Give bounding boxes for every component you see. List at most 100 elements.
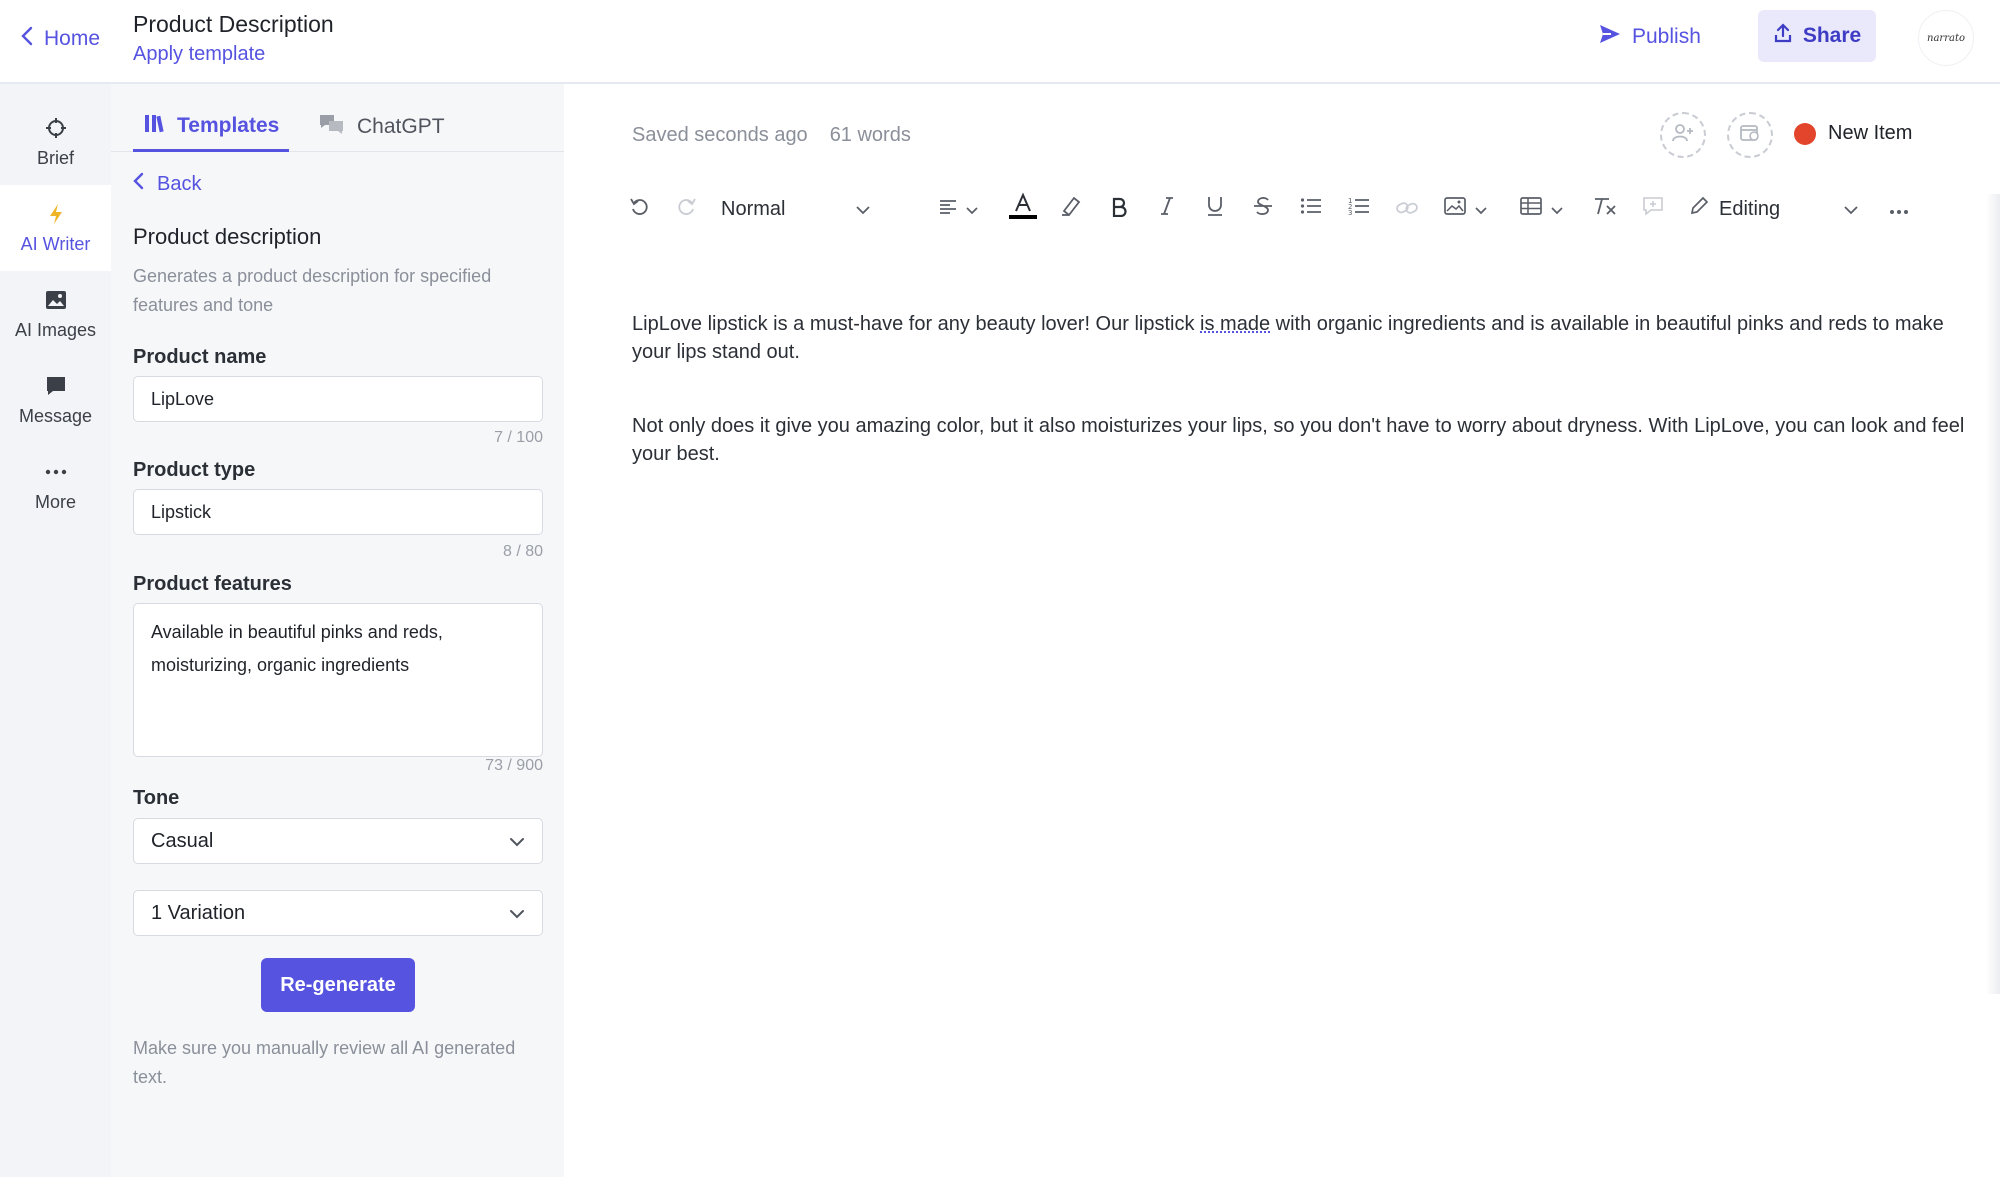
editor-area: Saved seconds ago 61 words New Item Norm… [564, 84, 2000, 1177]
more-dots-icon [44, 460, 68, 484]
product-type-label: Product type [133, 459, 256, 481]
undo-icon [629, 196, 649, 222]
rail-item-label: Message [18, 405, 93, 426]
product-type-input[interactable]: Lipstick [133, 489, 543, 535]
insert-image-button[interactable] [1437, 184, 1495, 234]
upload-icon [1773, 22, 1793, 50]
chat-icon [319, 113, 345, 141]
underline-icon [1206, 195, 1224, 223]
clear-format-icon [1593, 196, 1617, 222]
link-button[interactable] [1389, 184, 1425, 234]
rail-item-ai-writer[interactable]: AI Writer [0, 185, 111, 271]
clear-formatting-button[interactable] [1587, 184, 1623, 234]
more-options-button[interactable] [1881, 184, 1917, 234]
crosshair-icon [44, 116, 68, 140]
bullet-list-button[interactable] [1293, 184, 1329, 234]
numbered-list-icon: 123 [1348, 196, 1370, 222]
rail-item-label: Brief [36, 147, 74, 168]
editing-mode-select[interactable]: Editing [1689, 184, 1859, 234]
assign-user-button[interactable] [1660, 112, 1706, 158]
pencil-icon [1689, 196, 1709, 222]
word-count: 61 words [829, 124, 911, 146]
more-dots-icon [1889, 198, 1909, 221]
highlighter-icon [1060, 195, 1082, 223]
tone-label: Tone [133, 787, 180, 809]
align-button[interactable] [934, 184, 984, 234]
rail-item-message[interactable]: Message [0, 357, 111, 443]
tone-value: Casual [151, 829, 214, 852]
variation-select[interactable]: 1 Variation [133, 890, 543, 936]
bold-button[interactable] [1101, 184, 1137, 234]
review-disclaimer: Make sure you manually review all AI gen… [133, 1038, 516, 1087]
document-status: Saved seconds ago 61 words [632, 124, 911, 147]
chevron-down-icon [855, 198, 871, 221]
highlight-button[interactable] [1053, 184, 1089, 234]
paragraph: Not only does it give you amazing color,… [632, 415, 1965, 465]
image-icon [1444, 197, 1466, 221]
chevron-down-icon [1474, 198, 1488, 221]
lightning-icon [44, 202, 68, 226]
chevron-down-icon [1843, 198, 1859, 221]
home-link[interactable]: Home [20, 24, 100, 54]
panel-title: Product description [133, 224, 322, 249]
undo-button[interactable] [619, 184, 659, 234]
rail-item-brief[interactable]: Brief [0, 99, 111, 185]
insert-table-button[interactable] [1513, 184, 1571, 234]
table-icon [1520, 197, 1542, 221]
rail-item-label: AI Writer [20, 233, 91, 254]
home-label: Home [44, 27, 101, 50]
comment-icon [1642, 196, 1664, 222]
variation-value: 1 Variation [151, 901, 246, 924]
editing-mode-value: Editing [1719, 197, 1781, 220]
rail-item-more[interactable]: More [0, 443, 111, 529]
top-bar: Home Product Description Apply template … [0, 0, 2000, 84]
edge-shadow [1986, 194, 2000, 994]
chevron-down-icon [509, 902, 525, 925]
italic-button[interactable] [1149, 184, 1185, 234]
image-icon [44, 288, 68, 312]
send-icon [1598, 23, 1622, 51]
tab-chatgpt[interactable]: ChatGPT [309, 102, 455, 152]
document-content[interactable]: LipLove lipstick is a must-have for any … [632, 310, 1972, 514]
tab-templates[interactable]: Templates [133, 102, 290, 152]
tone-select[interactable]: Casual [133, 818, 543, 864]
font-color-icon [1008, 191, 1038, 227]
svg-text:3: 3 [1348, 209, 1352, 216]
rail-item-ai-images[interactable]: AI Images [0, 271, 111, 357]
rail-item-label: AI Images [14, 319, 97, 340]
share-button[interactable]: Share [1758, 10, 1876, 62]
tab-label: ChatGPT [357, 115, 445, 138]
text-style-select[interactable]: Normal [721, 184, 871, 234]
apply-template-link[interactable]: Apply template [133, 43, 265, 66]
chevron-down-icon [1550, 198, 1564, 221]
status-label: New Item [1828, 122, 1913, 144]
product-features-textarea[interactable]: Available in beautiful pinks and reds, m… [133, 603, 543, 757]
panel-tabs: Templates ChatGPT [111, 84, 564, 152]
publish-label: Publish [1632, 25, 1701, 48]
chevron-down-icon [509, 830, 525, 853]
due-date-button[interactable] [1727, 112, 1773, 158]
add-user-icon [1672, 123, 1694, 148]
underline-button[interactable] [1197, 184, 1233, 234]
redo-icon [677, 196, 697, 222]
product-name-input[interactable]: LipLove [133, 376, 543, 422]
panel-description: Generates a product description for spec… [133, 266, 492, 315]
publish-button[interactable]: Publish [1598, 18, 1701, 56]
back-link[interactable]: Back [133, 172, 201, 196]
status-new-item[interactable]: New Item [1794, 122, 1912, 145]
regenerate-button[interactable]: Re-generate [261, 958, 415, 1012]
grammar-flagged-text[interactable]: is made [1200, 313, 1270, 335]
link-icon [1396, 198, 1418, 221]
redo-button[interactable] [667, 184, 707, 234]
strikethrough-button[interactable] [1245, 184, 1281, 234]
logo-text: narrato [1927, 32, 1965, 44]
saved-status: Saved seconds ago [632, 124, 808, 146]
text-style-value: Normal [721, 197, 786, 220]
product-name-label: Product name [133, 346, 267, 368]
bullet-list-icon [1300, 197, 1322, 221]
comment-button[interactable] [1635, 184, 1671, 234]
workspace-logo[interactable]: narrato [1918, 10, 1974, 66]
document-title[interactable]: Product Description [133, 11, 334, 38]
font-color-button[interactable] [1005, 184, 1041, 234]
numbered-list-button[interactable]: 123 [1341, 184, 1377, 234]
